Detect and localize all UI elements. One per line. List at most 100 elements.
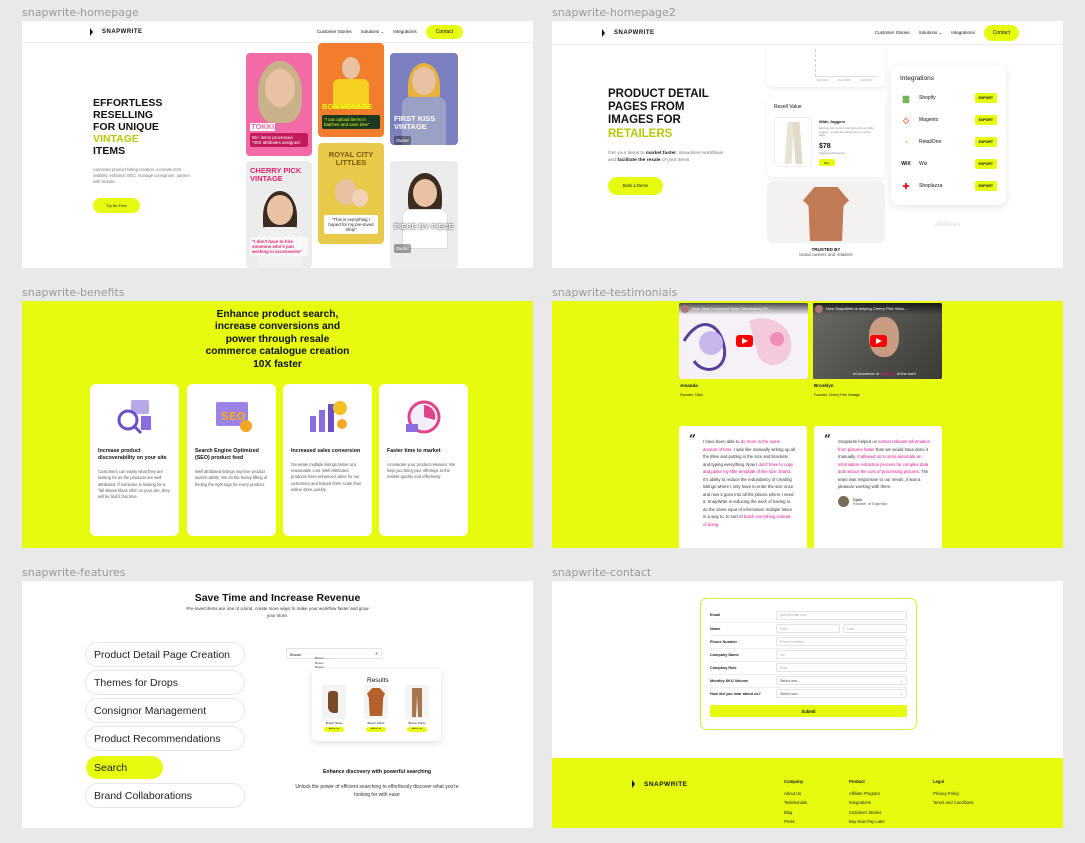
features-frame: Save Time and Increase Revenue Pre-loved… <box>22 581 533 828</box>
sku-volume-select[interactable]: Select one... ⌄ <box>776 676 907 685</box>
feature-item-product-detail[interactable]: Product Detail Page Creation <box>86 643 244 666</box>
footer-link[interactable]: Testimonials <box>784 798 807 807</box>
result-brown-shoe[interactable]: Brown Shoe Add to cart <box>322 685 346 732</box>
footer-legal: Legal Privacy Policy Terms and Condition… <box>933 777 974 808</box>
chevron-down-icon: ⌄ <box>899 678 903 683</box>
brand-name: SNAPWRITE <box>614 29 655 36</box>
pant-leg-right <box>792 122 803 164</box>
footer-link[interactable]: Integrations <box>849 798 885 807</box>
sku-volume-field: Monthly SKU Volume Select one... ⌄ <box>710 674 907 686</box>
footer-link[interactable]: Blog <box>784 808 807 817</box>
brand-logo[interactable]: SNAPWRITE <box>90 27 143 36</box>
export-button[interactable]: EXPORT <box>974 93 997 103</box>
nav-solutions[interactable]: Solutions ⌄ <box>919 30 943 36</box>
results-title: Results <box>367 677 389 684</box>
nav-integrations[interactable]: Integrations <box>951 30 975 35</box>
card-title: FIRST KISS VINTAGE <box>394 114 436 131</box>
shoplazza-icon: ✚ <box>902 181 910 191</box>
try-free-button[interactable]: Try for Free <box>93 198 140 213</box>
nav-customer-stories[interactable]: Customer Stories <box>317 29 352 34</box>
last-name-input[interactable]: Last <box>843 624 907 633</box>
phone-input[interactable]: Phone Number <box>776 637 907 646</box>
feature-item-themes[interactable]: Themes for Drops <box>86 671 244 694</box>
footer-link[interactable]: Press <box>784 817 807 826</box>
video-cherry-pick[interactable]: How SnapWrite is helping Cherry Pick Vin… <box>813 303 942 379</box>
frame-label-home: snapwrite-homepage <box>22 6 139 19</box>
export-button[interactable]: EXPORT <box>974 137 997 147</box>
integration-magento: ◇ Magento EXPORT <box>900 111 997 129</box>
contact-button[interactable]: Contact <box>983 24 1019 41</box>
play-icon[interactable] <box>735 335 753 347</box>
nav-integrations[interactable]: Integrations <box>393 29 417 34</box>
brand-logo[interactable]: SNAPWRITE <box>602 28 655 37</box>
feature-item-recommendations[interactable]: Product Recommendations <box>86 727 244 750</box>
add-to-cart-button[interactable]: Add to cart <box>366 727 386 732</box>
benefit-card-seo: SEO Search Engine Optimized (SEO) produc… <box>187 384 276 536</box>
feature-item-search[interactable]: Search <box>86 756 163 779</box>
book-demo-button[interactable]: Book a Demo <box>608 177 663 195</box>
result-brown-shirt[interactable]: Brown Shirts Add to cart <box>364 685 388 732</box>
portrait-face <box>265 69 295 107</box>
export-button[interactable]: EXPORT <box>974 115 997 125</box>
magnifier-illustration <box>98 392 171 440</box>
export-button[interactable]: EXPORT <box>974 159 997 169</box>
play-icon[interactable] <box>869 335 887 347</box>
benefit-text: Well attributed listings improve product… <box>195 469 268 487</box>
footer-link[interactable]: Buy Now Pay Later <box>849 817 885 826</box>
email-input[interactable]: jdoe@email.com <box>776 610 907 620</box>
video-tokki[interactable]: How Tokki Increased Sales Stocktaking Ef… <box>679 303 808 379</box>
logo-icon <box>602 28 610 37</box>
footer-link[interactable]: Privacy Policy <box>933 789 974 798</box>
nav-solutions[interactable]: Solutions ⌄ <box>361 29 385 35</box>
hero-description: Get your items to market faster, streaml… <box>608 151 724 163</box>
frame-label-testimonials: snapwrite-testimonials <box>552 286 678 299</box>
footer: SNAPWRITE Company About Us Testimonials … <box>552 758 1063 828</box>
boot-icon <box>328 691 338 713</box>
buy-button[interactable]: Buy <box>819 159 835 166</box>
shirt-shape <box>803 187 849 241</box>
card-first-kiss: FIRST KISS VINTAGE Owner <box>390 53 458 145</box>
footer-link[interactable]: Terms and Conditions <box>933 798 974 807</box>
portrait-face-child <box>352 189 368 207</box>
first-name-input[interactable]: First <box>776 624 840 633</box>
role-input[interactable]: Role <box>776 663 907 672</box>
nav-customer-stories[interactable]: Customer Stories <box>875 30 910 35</box>
card-royal-city: ROYAL CITY LITTLES "This is everything I… <box>318 143 384 244</box>
card-quote: "I can upload items in batches and save … <box>322 115 380 129</box>
magento-icon: ◇ <box>902 115 910 125</box>
footer-link[interactable]: Affiliate Program <box>849 789 885 798</box>
referral-select[interactable]: Select one... ⌄ <box>776 689 907 698</box>
person-name: Brooklyn <box>814 383 834 388</box>
feature-item-brand-collab[interactable]: Brand Collaborations <box>86 784 244 807</box>
contact-button[interactable]: Contact <box>425 24 463 39</box>
shirt-image <box>767 181 885 243</box>
benefit-text: Accelerate your product releases. We hel… <box>387 462 456 480</box>
product-price: $78 <box>819 143 831 150</box>
features-title: Save Time and Increase Revenue <box>194 592 361 604</box>
portrait-face <box>412 67 436 95</box>
benefits-title: Enhance product search, increase conversi… <box>205 309 350 370</box>
homepage-frame: SNAPWRITE Customer Stories Solutions ⌄ I… <box>22 21 533 268</box>
card-bon-voyage: BON VOYAGE "I can upload items in batche… <box>318 43 384 137</box>
sales-illustration <box>291 392 364 440</box>
footer-link[interactable]: Customer Stories <box>849 808 885 817</box>
product-description: Elevate your comfort and style with our … <box>819 126 874 138</box>
integration-wix: WiX Wix EXPORT <box>900 155 997 173</box>
channel-avatar <box>681 305 689 313</box>
channel-avatar <box>815 305 823 313</box>
add-to-cart-button[interactable]: Add to cart <box>407 727 427 732</box>
company-input[interactable]: Inc <box>776 650 907 659</box>
footer-link[interactable]: About Us <box>784 789 807 798</box>
submit-button[interactable]: Submit <box>710 705 907 717</box>
add-to-cart-button[interactable]: Add to cart <box>324 727 344 732</box>
homepage2-frame: SNAPWRITE Customer Stories Solutions ⌄ I… <box>552 21 1063 268</box>
card-tokki: TOKKI 96+ items processed *20K attributes… <box>246 53 312 156</box>
integration-shopify: ▆ Shopify EXPORT <box>900 89 997 107</box>
footer-logo[interactable]: SNAPWRITE <box>632 780 688 788</box>
result-brown-pants[interactable]: Brown Pants Add to cart <box>405 685 429 732</box>
testimonial-text: Snapwrite helped us extract relevant inf… <box>838 439 930 490</box>
export-button[interactable]: EXPORT <box>974 181 997 191</box>
wix-icon: WiX <box>901 161 911 167</box>
shirt-icon <box>367 688 385 716</box>
feature-item-consignor[interactable]: Consignor Management <box>86 699 244 722</box>
